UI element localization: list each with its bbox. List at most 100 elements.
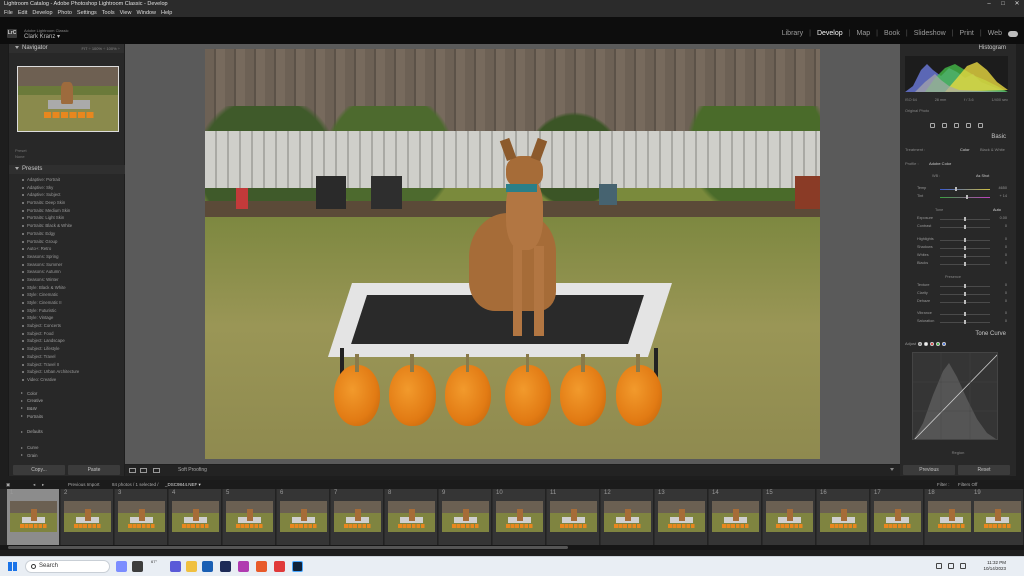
vibrance-slider[interactable]: Vibrance 0 (905, 311, 1011, 318)
preset-item[interactable]: Portraits: Edgy (9, 230, 125, 238)
shadows-slider[interactable]: Shadows 0 (905, 245, 1011, 252)
red-eye-icon[interactable] (954, 123, 959, 128)
menu-settings[interactable]: Settings (77, 9, 97, 17)
preset-item[interactable]: Subject: Travel II (9, 361, 125, 369)
chrome-icon[interactable] (256, 561, 267, 572)
region-label[interactable]: Region (905, 450, 1011, 455)
module-map[interactable]: Map (856, 30, 870, 37)
whites-slider[interactable]: Whites 0 (905, 253, 1011, 260)
outlook-icon[interactable] (202, 561, 213, 572)
preset-item[interactable]: Subject: Travel (9, 353, 125, 361)
preset-item[interactable]: Subject: Landscape (9, 337, 125, 345)
soft-proofing-toggle[interactable]: Soft Proofing (178, 467, 207, 473)
tint-thumb[interactable] (966, 195, 968, 199)
filmstrip-thumbnail[interactable]: 2 (61, 489, 114, 545)
file-explorer-icon[interactable] (186, 561, 197, 572)
grid-view-icon[interactable]: ▣ (6, 480, 10, 489)
identity-plate[interactable]: Clark Kranz ▾ (24, 33, 60, 40)
forward-arrow-icon[interactable]: ▸ (42, 480, 44, 489)
minimize-button[interactable]: – (982, 0, 996, 9)
preset-item[interactable]: Style: Cinematic II (9, 299, 125, 307)
navigator-header[interactable]: Navigator FIT ÷ 100% ÷ 100% ÷ (9, 44, 124, 53)
menu-photo[interactable]: Photo (58, 9, 72, 17)
reset-button[interactable]: Reset (958, 465, 1010, 475)
saturation-value[interactable]: 0 (1005, 319, 1007, 323)
module-web[interactable]: Web (988, 30, 1002, 37)
whites-value[interactable]: 0 (1005, 253, 1007, 257)
preset-group-bw[interactable]: B&W (9, 405, 125, 413)
filmstrip-thumbnail[interactable]: 14 (709, 489, 762, 545)
filmstrip-thumbnail[interactable]: 8 (385, 489, 438, 545)
tone-curve-header[interactable]: Tone Curve (900, 330, 1016, 339)
preset-item[interactable]: Subject: Lifestyle (9, 345, 125, 353)
copilot-icon[interactable] (116, 561, 127, 572)
preset-item[interactable]: Auto+: Retro (9, 245, 125, 253)
preset-item[interactable]: Adaptive: Sky (9, 184, 125, 192)
filmstrip-scrollbar[interactable] (0, 545, 1024, 550)
basic-panel-header[interactable]: Basic (900, 133, 1016, 142)
preset-group-curve[interactable]: Curve (9, 444, 125, 452)
toolbar-menu-icon[interactable] (890, 468, 894, 471)
volume-icon[interactable] (960, 563, 966, 569)
exposure-slider[interactable]: Exposure 0.00 (905, 216, 1011, 223)
module-library[interactable]: Library (782, 30, 803, 37)
temp-thumb[interactable] (955, 187, 957, 191)
taskbar-search[interactable]: Search (25, 560, 110, 573)
wb-select[interactable]: As Shot (976, 174, 989, 178)
filmstrip-thumbnail[interactable]: 7 (331, 489, 384, 545)
preset-item[interactable]: Adaptive: Portrait (9, 176, 125, 184)
tint-value[interactable]: + 14 (1000, 194, 1008, 198)
highlights-thumb[interactable] (964, 238, 966, 242)
blacks-slider[interactable]: Blacks 0 (905, 261, 1011, 268)
preset-item[interactable]: Seasons: Summer (9, 261, 125, 269)
texture-thumb[interactable] (964, 284, 966, 288)
menu-file[interactable]: File (4, 9, 13, 17)
paste-settings-button[interactable]: Paste (68, 465, 120, 475)
filmstrip-thumbnail[interactable]: 13 (655, 489, 708, 545)
texture-slider[interactable]: Texture 0 (905, 283, 1011, 290)
filmstrip-thumbnail[interactable]: 6 (277, 489, 330, 545)
filmstrip-thumbnail[interactable]: 19 (971, 489, 1024, 545)
preset-item[interactable]: Style: Cinematic (9, 291, 125, 299)
module-slideshow[interactable]: Slideshow (914, 30, 946, 37)
tray-chevron-icon[interactable] (936, 563, 942, 569)
tone-auto-button[interactable]: Auto (993, 208, 1001, 212)
preset-item[interactable]: Subject: Food (9, 330, 125, 338)
filmstrip-thumbnail[interactable]: 12 (601, 489, 654, 545)
menu-edit[interactable]: Edit (18, 9, 27, 17)
presets-header[interactable]: Presets (9, 165, 125, 174)
menu-help[interactable]: Help (161, 9, 172, 17)
loupe-view-icon[interactable] (129, 468, 136, 473)
filmstrip-thumbnail[interactable]: 3 (115, 489, 168, 545)
filmstrip-thumbnail[interactable]: 17 (871, 489, 924, 545)
module-develop[interactable]: Develop (817, 30, 843, 37)
app-icon[interactable] (220, 561, 231, 572)
preset-item[interactable]: Seasons: Autumn (9, 268, 125, 276)
vibrance-value[interactable]: 0 (1005, 311, 1007, 315)
clock[interactable]: 11:32 PM 10/14/2023 (983, 560, 1006, 572)
texture-value[interactable]: 0 (1005, 283, 1007, 287)
clarity-thumb[interactable] (964, 292, 966, 296)
treatment-bw-button[interactable]: Black & White (980, 147, 1005, 152)
menu-view[interactable]: View (120, 9, 132, 17)
navigator-zoom-levels[interactable]: FIT ÷ 100% ÷ 100% ÷ (81, 44, 120, 53)
filter-select[interactable]: Filters Off (958, 480, 977, 489)
preset-item[interactable]: Portraits: Medium Skin (9, 207, 125, 215)
exposure-thumb[interactable] (964, 217, 966, 221)
preset-group-color[interactable]: Color (9, 390, 125, 398)
app-icon[interactable] (238, 561, 249, 572)
menu-tools[interactable]: Tools (102, 9, 115, 17)
task-view-icon[interactable] (132, 561, 143, 572)
preset-item[interactable]: Video: Creative (9, 376, 125, 384)
filmstrip-thumbnail[interactable]: 4 (169, 489, 222, 545)
before-after-icon[interactable] (140, 468, 147, 473)
menu-develop[interactable]: Develop (32, 9, 52, 17)
preset-item[interactable]: Adaptive: Subject (9, 191, 125, 199)
close-button[interactable]: ✕ (1010, 0, 1024, 9)
contrast-thumb[interactable] (964, 225, 966, 229)
saturation-slider[interactable]: Saturation 0 (905, 319, 1011, 326)
cloud-icon[interactable] (1008, 31, 1018, 37)
profile-select[interactable]: Adobe Color (929, 161, 951, 166)
vibrance-thumb[interactable] (964, 312, 966, 316)
shadows-thumb[interactable] (964, 246, 966, 250)
